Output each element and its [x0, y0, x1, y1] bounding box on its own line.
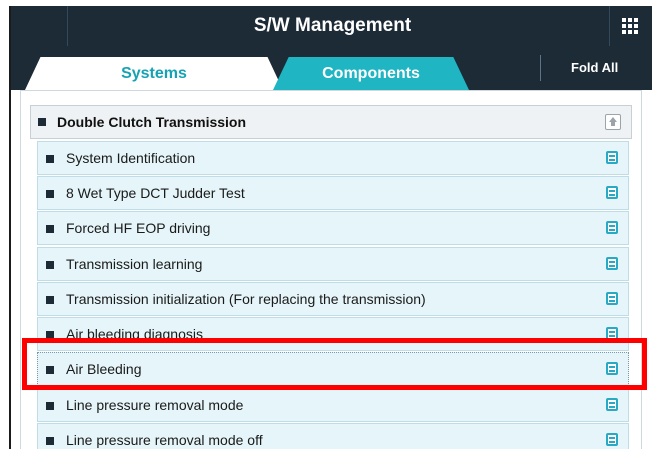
tab-components[interactable]: Components — [273, 57, 469, 90]
bullet-icon — [46, 190, 54, 198]
list-item[interactable]: Transmission learning — [37, 247, 629, 281]
bullet-icon — [46, 155, 54, 163]
document-icon[interactable] — [606, 433, 618, 446]
item-label: Line pressure removal mode off — [66, 432, 263, 448]
title-bar: S/W Management — [11, 6, 652, 46]
group-title: Double Clutch Transmission — [57, 114, 247, 130]
grid-menu-icon[interactable] — [622, 18, 638, 34]
bullet-icon — [46, 437, 54, 445]
list-item[interactable]: Transmission initialization (For replaci… — [37, 282, 629, 316]
tab-systems[interactable]: Systems — [25, 57, 283, 90]
item-label: Transmission initialization (For replaci… — [66, 291, 426, 307]
fold-divider — [540, 55, 541, 81]
fold-all-button[interactable]: Fold All — [571, 55, 618, 81]
list-item[interactable]: System Identification — [37, 141, 629, 175]
window-title: S/W Management — [253, 15, 412, 36]
item-label: Forced HF EOP driving — [66, 220, 211, 236]
document-icon[interactable] — [606, 221, 618, 234]
document-icon[interactable] — [606, 186, 618, 199]
document-icon[interactable] — [606, 292, 618, 305]
list-item[interactable]: Line pressure removal mode — [37, 388, 629, 422]
document-icon[interactable] — [606, 151, 618, 164]
highlight-box — [22, 338, 647, 390]
item-label: System Identification — [66, 150, 196, 166]
collapse-up-icon[interactable] — [605, 114, 621, 130]
list-item[interactable]: Line pressure removal mode off — [37, 423, 629, 449]
document-icon[interactable] — [606, 398, 618, 411]
tab-bar: Systems Components Fold All — [11, 46, 652, 90]
systems-panel: Double Clutch Transmission System Identi… — [20, 90, 642, 449]
bullet-icon — [46, 261, 54, 269]
list-item[interactable]: 8 Wet Type DCT Judder Test — [37, 176, 629, 210]
item-label: Transmission learning — [66, 256, 203, 272]
bullet-icon — [46, 225, 54, 233]
bullet-icon — [46, 402, 54, 410]
list-item[interactable]: Forced HF EOP driving — [37, 211, 629, 245]
item-label: 8 Wet Type DCT Judder Test — [66, 185, 245, 201]
item-label: Line pressure removal mode — [66, 397, 244, 413]
document-icon[interactable] — [606, 257, 618, 270]
group-header[interactable]: Double Clutch Transmission — [30, 105, 632, 139]
bullet-icon — [38, 118, 46, 126]
bullet-icon — [46, 296, 54, 304]
